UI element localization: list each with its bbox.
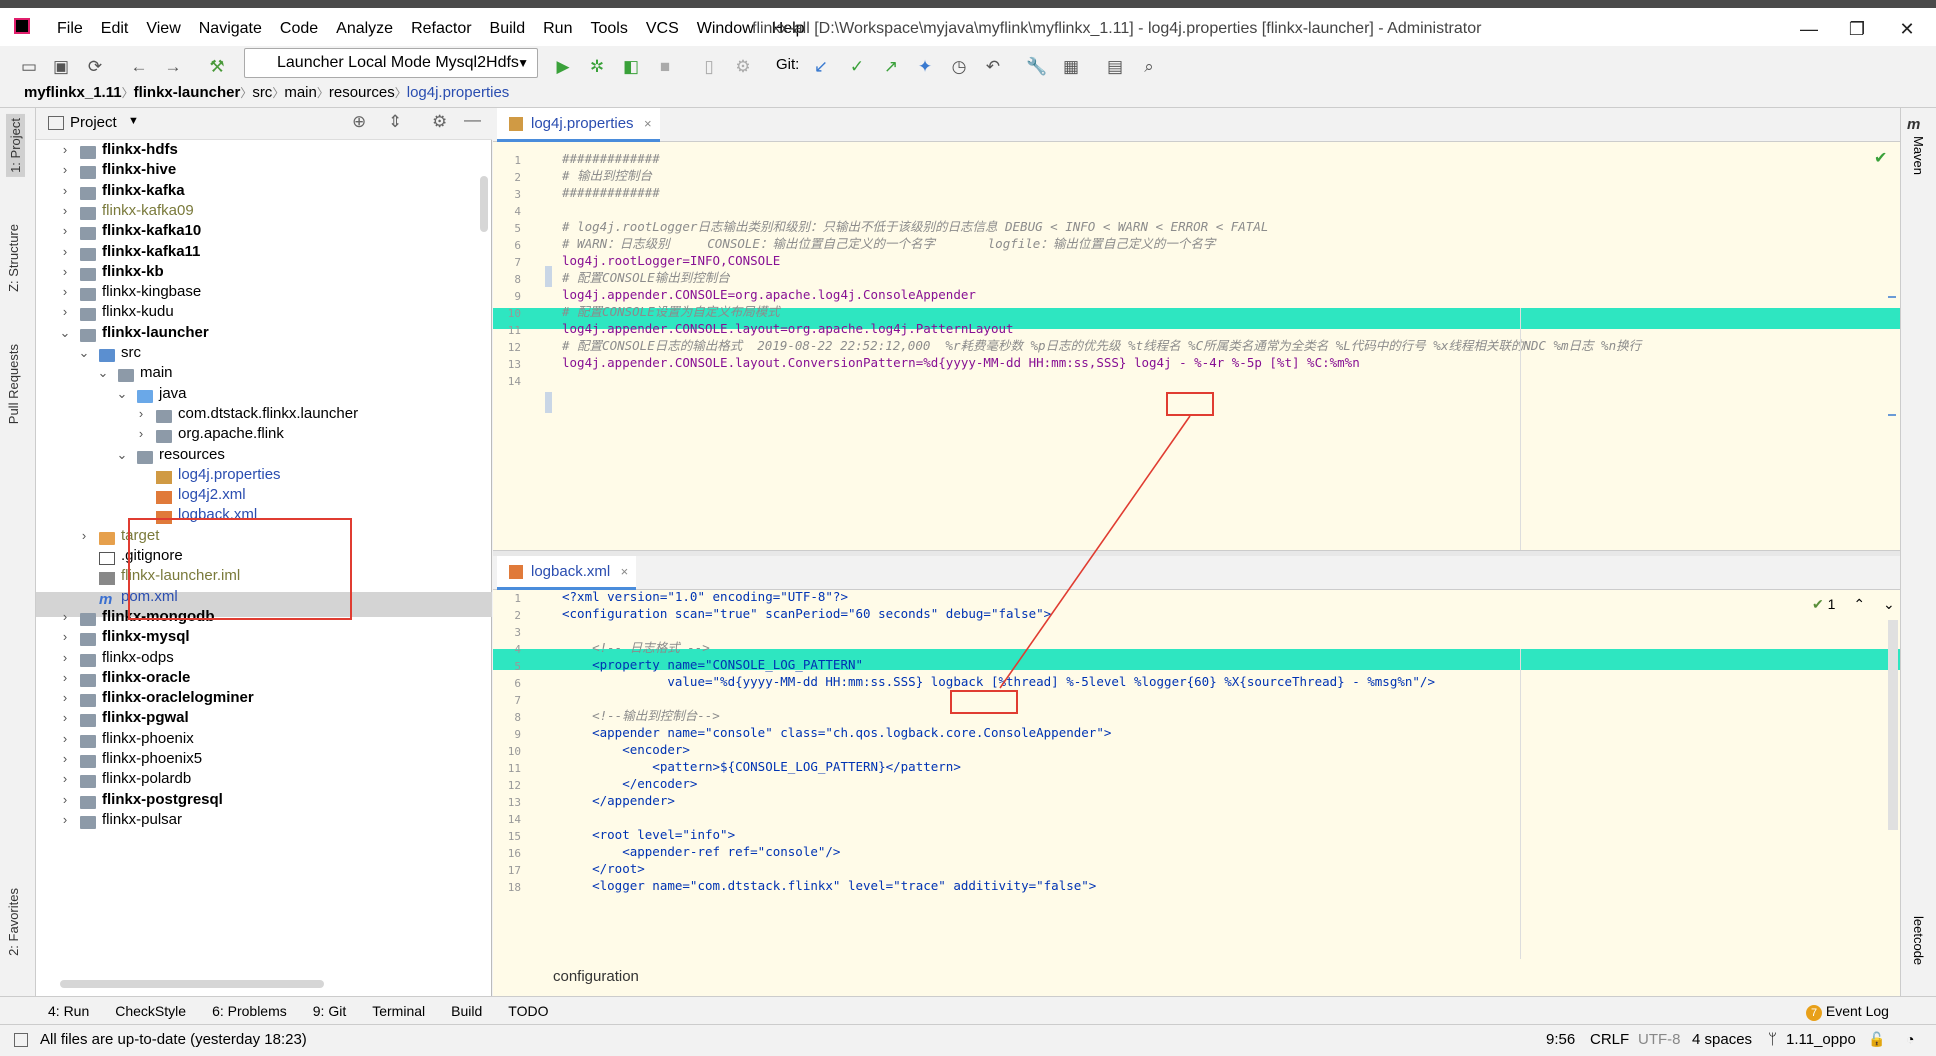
bottom-tab[interactable]: CheckStyle	[115, 1001, 186, 1021]
annotation-arrow	[999, 415, 1191, 689]
tab-maven[interactable]: Maven	[1911, 136, 1926, 175]
file-encoding[interactable]: UTF-8	[1638, 1031, 1681, 1048]
tab-leetcode[interactable]: leetcode	[1911, 916, 1926, 965]
bottom-tab[interactable]: TODO	[508, 1001, 548, 1021]
event-log-label: Event Log	[1825, 1003, 1889, 1019]
event-log-badge: 7	[1806, 1005, 1822, 1021]
bottom-tab[interactable]: 6: Problems	[212, 1001, 287, 1021]
git-branch[interactable]: 1.11_oppo	[1786, 1031, 1856, 1048]
bottom-tab[interactable]: Terminal	[372, 1001, 425, 1021]
lock-icon[interactable]: 🔓	[1868, 1031, 1885, 1048]
right-tool-strip: m Maven leetcode	[1900, 108, 1936, 996]
bottom-tab[interactable]: Build	[451, 1001, 482, 1021]
bottom-tab[interactable]: 4: Run	[48, 1001, 89, 1021]
caret-position[interactable]: 9:56	[1546, 1031, 1575, 1048]
maven-m-icon: m	[1907, 116, 1921, 133]
status-message: All files are up-to-date (yesterday 18:2…	[40, 1031, 307, 1048]
event-log-button[interactable]: 7 Event Log	[1806, 1001, 1889, 1021]
bottom-tab[interactable]: 9: Git	[313, 1001, 346, 1021]
layout-icon[interactable]	[14, 1033, 28, 1047]
notification-icon[interactable]: ◔	[1906, 1031, 1914, 1047]
git-branch-icon: ᛘ	[1768, 1031, 1778, 1048]
line-separator[interactable]: CRLF	[1590, 1031, 1629, 1048]
indent-setting[interactable]: 4 spaces	[1692, 1031, 1752, 1048]
bottom-tool-tabs: 4: Run CheckStyle 6: Problems 9: Git Termina…	[0, 996, 1936, 1024]
status-bar: All files are up-to-date (yesterday 18:2…	[0, 1024, 1936, 1056]
